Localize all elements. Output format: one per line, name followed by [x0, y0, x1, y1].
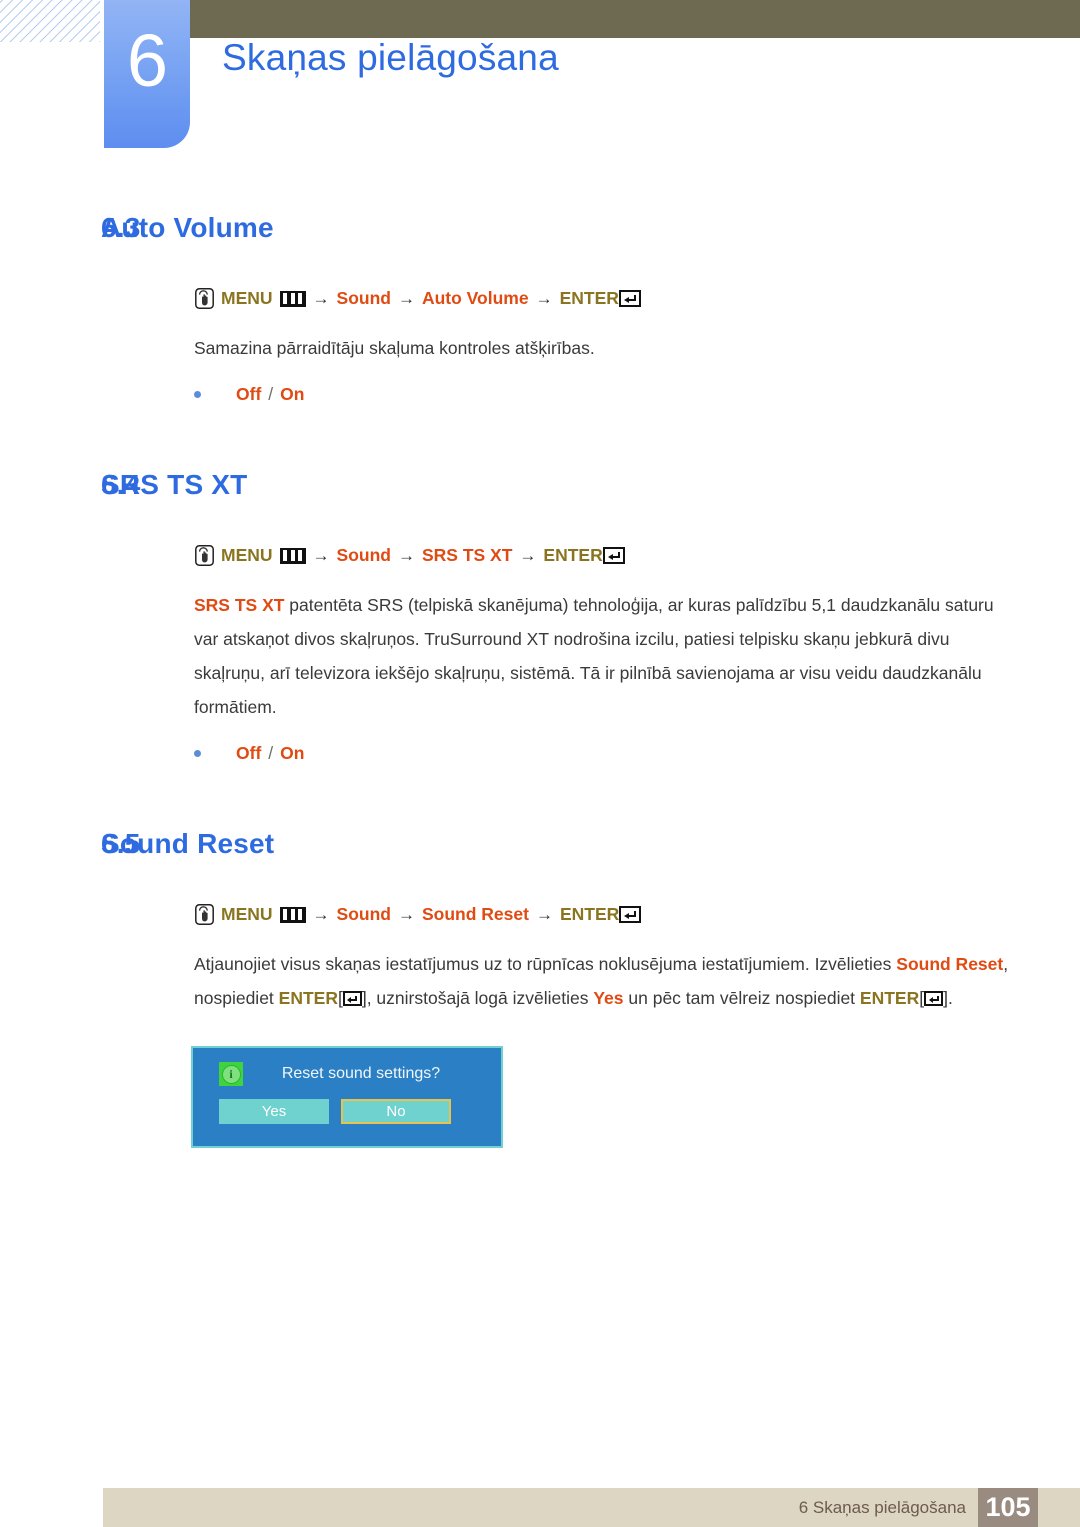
menu-bars-icon: [279, 906, 306, 923]
enter-key-icon: [924, 991, 944, 1006]
osd-reset-dialog: i Reset sound settings? Yes No: [191, 1046, 503, 1148]
section-number: 6.4: [101, 469, 141, 500]
menu-arrow-3: →: [535, 288, 553, 308]
enter-key-icon: [342, 991, 362, 1006]
osd-dialog-header: i Reset sound settings?: [193, 1048, 501, 1086]
section-body: SRS TS XT patentēta SRS (telpiskā skanēj…: [0, 588, 1080, 724]
menu-arrow-1: →: [312, 904, 330, 924]
section-number: 6.3: [101, 212, 141, 243]
section-auto-volume: 6.3 Auto Volume MENU → Sound → Auto Volu…: [0, 160, 1080, 405]
page-number: 105: [978, 1488, 1038, 1527]
menu-bars-icon: [279, 547, 306, 564]
page-footer: 6 Skaņas pielāgošana 105: [103, 1488, 1080, 1527]
osd-no-button[interactable]: No: [341, 1099, 451, 1124]
bullet-options: Off / On: [236, 384, 304, 405]
bullet-dot-icon: [194, 750, 201, 757]
menu-arrow-2: →: [397, 545, 415, 565]
body-highlight-sound-reset: Sound Reset: [896, 954, 1004, 974]
menu-arrow-1: →: [312, 288, 330, 308]
osd-dialog-message: Reset sound settings?: [281, 1065, 441, 1082]
bullet-options: Off / On: [236, 743, 304, 764]
menu-step-srs-ts-xt: SRS TS XT: [421, 545, 513, 565]
info-icon: i: [219, 1062, 243, 1086]
option-separator: /: [268, 384, 274, 404]
section-body: Atjaunojiet visus skaņas iestatījumus uz…: [0, 947, 1080, 1015]
hatch-decoration: [0, 0, 100, 42]
menu-arrow-3: →: [535, 904, 553, 924]
menu-step-sound: Sound: [336, 545, 391, 565]
menu-button-icon: [195, 545, 214, 566]
menu-arrow-2: →: [397, 904, 415, 924]
body-text-5: un pēc tam vēlreiz nospiediet: [623, 988, 860, 1008]
section-body: Samazina pārraidītāju skaļuma kontroles …: [194, 338, 595, 358]
section-heading: 6.3 Auto Volume: [0, 212, 1080, 244]
menu-step-sound: Sound: [336, 288, 391, 308]
option-off: Off: [236, 743, 262, 763]
info-icon-glyph: i: [221, 1064, 241, 1084]
menu-label: MENU: [221, 288, 273, 308]
section-heading: 6.5 Sound Reset: [0, 828, 1080, 860]
body-rest: patentēta SRS (telpiskā skanējuma) tehno…: [194, 595, 994, 717]
menu-button-icon: [195, 288, 214, 309]
enter-key-icon: [602, 547, 625, 564]
osd-dialog-buttons: Yes No: [193, 1086, 501, 1124]
menu-bars-icon: [279, 290, 306, 307]
osd-yes-button[interactable]: Yes: [219, 1099, 329, 1124]
option-on: On: [280, 384, 305, 404]
options-bullet: Off / On: [0, 743, 1080, 764]
body-text-1: Atjaunojiet visus skaņas iestatījumus uz…: [194, 954, 897, 974]
enter-key-icon: [619, 906, 642, 923]
section-sound-reset: 6.5 Sound Reset MENU → Sound → Sound Res…: [0, 764, 1080, 1148]
menu-step-sound-reset: Sound Reset: [421, 904, 529, 924]
section-title: Auto Volume: [101, 212, 274, 243]
body-lead-term: SRS TS XT: [194, 595, 285, 615]
option-on: On: [280, 743, 305, 763]
menu-step-auto-volume: Auto Volume: [421, 288, 529, 308]
bullet-dot-icon: [194, 391, 201, 398]
body-text-4: ], uznirstošajā logā izvēlieties: [361, 988, 594, 1008]
page-header: 6 Skaņas pielāgošana: [0, 0, 1080, 160]
enter-label: ENTER: [543, 545, 603, 565]
menu-arrow-2: →: [397, 288, 415, 308]
enter-label: ENTER: [559, 288, 619, 308]
option-off: Off: [236, 384, 262, 404]
menu-button-icon: [195, 904, 214, 925]
section-number: 6.5: [101, 828, 141, 859]
menu-path: MENU → Sound → SRS TS XT → ENTER: [0, 545, 1080, 566]
body-keyword-enter-2: ENTER: [859, 988, 920, 1008]
menu-arrow-3: →: [519, 545, 537, 565]
menu-path: MENU → Sound → Sound Reset → ENTER: [0, 904, 1080, 925]
option-separator: /: [268, 743, 274, 763]
section-title: SRS TS XT: [101, 469, 248, 500]
menu-arrow-1: →: [312, 545, 330, 565]
menu-path: MENU → Sound → Auto Volume → ENTER: [0, 288, 1080, 309]
section-title: Sound Reset: [101, 828, 275, 859]
options-bullet: Off / On: [0, 384, 1080, 405]
body-highlight-yes: Yes: [593, 988, 624, 1008]
menu-label: MENU: [221, 904, 273, 924]
section-heading: 6.4 SRS TS XT: [0, 469, 1080, 501]
page-content: 6.3 Auto Volume MENU → Sound → Auto Volu…: [0, 160, 1080, 1148]
menu-label: MENU: [221, 545, 273, 565]
chapter-number: 6: [126, 19, 168, 102]
enter-label: ENTER: [559, 904, 620, 924]
header-olive-bar: [190, 0, 1080, 38]
section-srs-ts-xt: 6.4 SRS TS XT MENU → Sound → SRS TS XT →…: [0, 405, 1080, 764]
body-keyword-enter-1: ENTER: [278, 988, 338, 1008]
page-title: Skaņas pielāgošana: [222, 37, 559, 78]
body-text-7: ].: [943, 988, 953, 1008]
enter-key-icon: [618, 290, 641, 307]
menu-step-sound: Sound: [336, 904, 391, 924]
footer-chapter-label: 6 Skaņas pielāgošana: [798, 1497, 966, 1517]
